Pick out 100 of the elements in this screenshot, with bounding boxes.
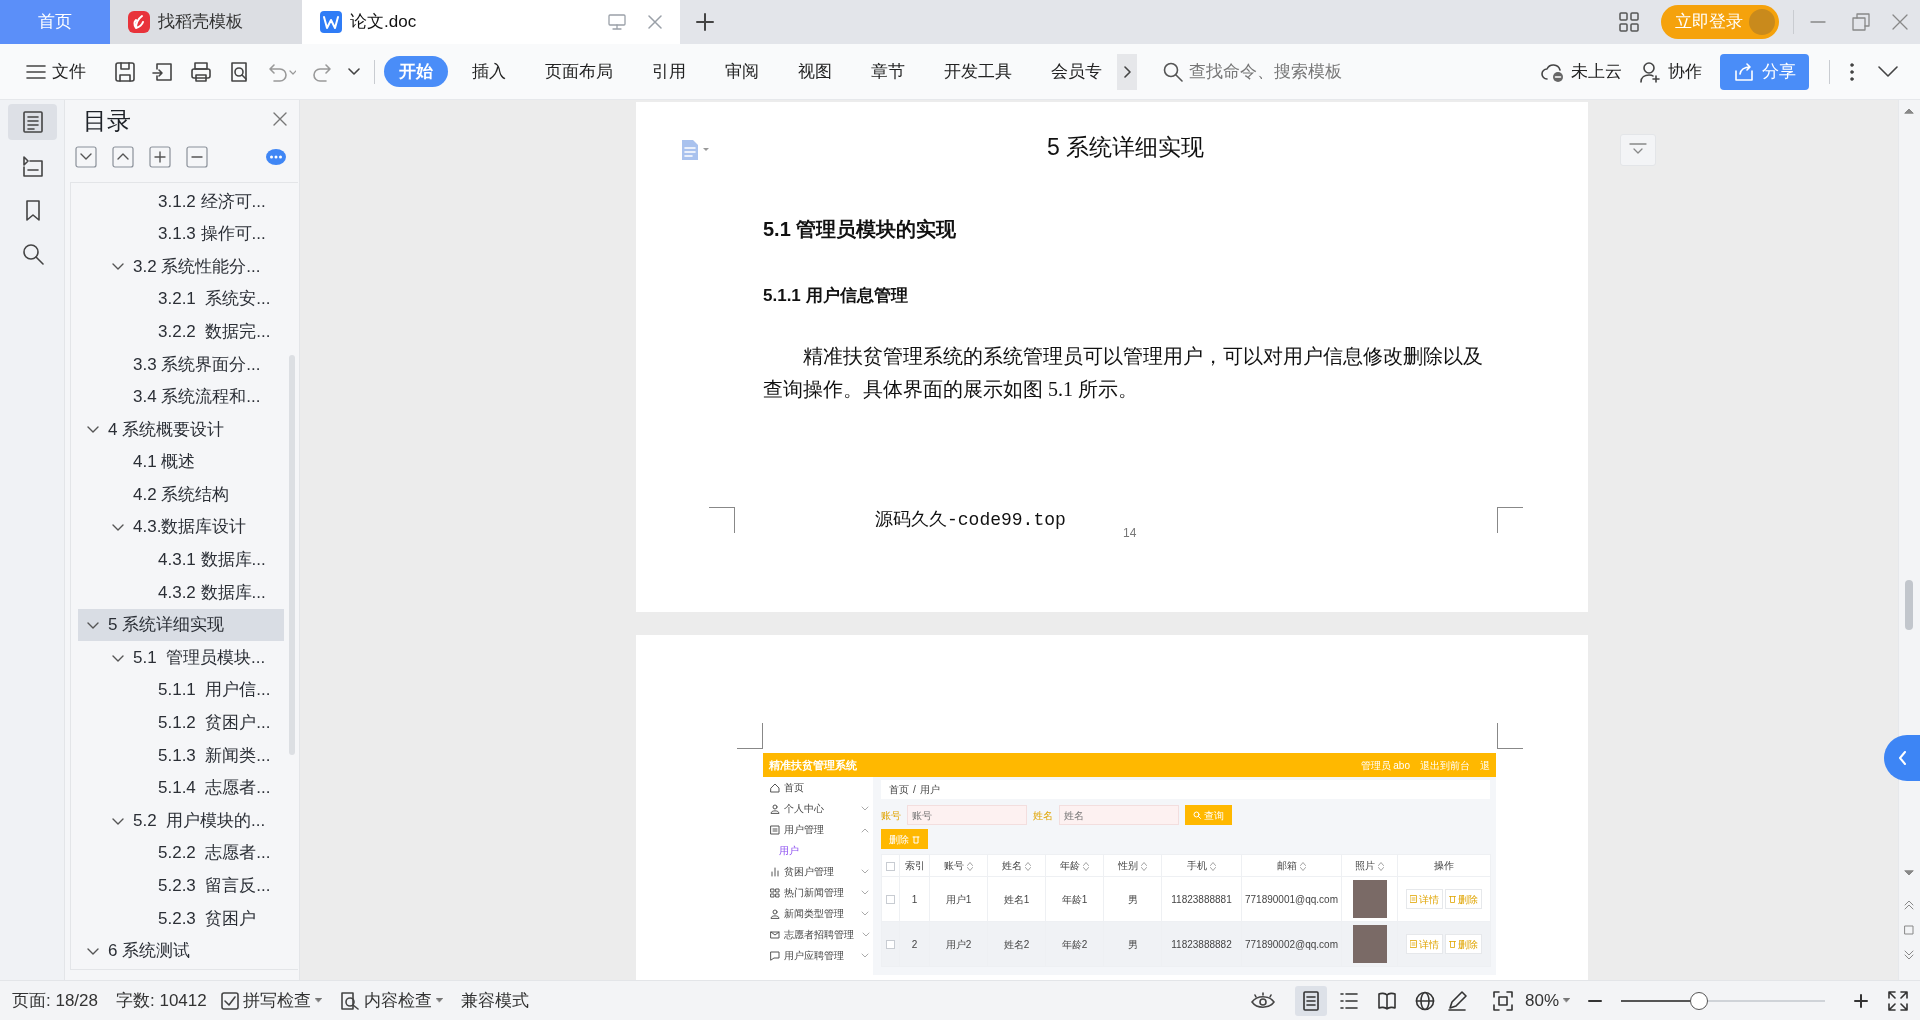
- outline-item[interactable]: 5.1 管理员模块...: [78, 641, 284, 674]
- panel-title: 目录: [83, 106, 131, 136]
- outline-item[interactable]: 5.1.3 新闻类...: [78, 739, 284, 772]
- cloud-status-button[interactable]: 未上云: [1537, 54, 1626, 89]
- more-options-icon[interactable]: [1850, 62, 1854, 81]
- search-field[interactable]: 查找命令、搜索模板: [1187, 57, 1387, 86]
- caret-up-icon[interactable]: [1904, 108, 1914, 114]
- outline-item[interactable]: 5.1.2 贫困户...: [78, 706, 284, 740]
- chart-icon: [770, 866, 780, 877]
- document-icon: [1410, 895, 1417, 903]
- ribbon-tab[interactable]: 审阅: [710, 55, 774, 88]
- ribbon-tab[interactable]: 引用: [637, 55, 701, 88]
- ribbon-tab[interactable]: 章节: [856, 55, 920, 88]
- outline-item[interactable]: 3.1.3 操作可...: [78, 217, 284, 251]
- column-header[interactable]: 姓名: [987, 854, 1046, 877]
- table-cell: 1: [899, 876, 930, 922]
- column-header[interactable]: 年龄: [1045, 854, 1104, 877]
- sidebar-item[interactable]: 用户: [763, 840, 873, 861]
- close-icon[interactable]: [648, 15, 662, 29]
- spell-check-button[interactable]: 拼写检查: [216, 985, 326, 1016]
- outline-item[interactable]: 5.2 用户模块的...: [78, 804, 284, 837]
- scrollbar-thumb[interactable]: [289, 355, 295, 755]
- outline-item[interactable]: 5.2.3 贫困户: [78, 902, 284, 935]
- outline-item[interactable]: 5 系统详细实现: [78, 608, 284, 642]
- input-field[interactable]: 账号: [907, 805, 1027, 825]
- chevron-down-icon[interactable]: [1878, 65, 1898, 78]
- outline-item[interactable]: 3.4 系统流程和...: [78, 380, 284, 414]
- grid-icon[interactable]: [1619, 12, 1639, 32]
- sidebar-item[interactable]: 热门新闻管理: [763, 882, 873, 903]
- plus-icon[interactable]: [696, 13, 714, 31]
- restore-icon[interactable]: [1852, 13, 1870, 31]
- app-title: 精准扶贫管理系统: [769, 757, 857, 773]
- caret-down-icon[interactable]: [348, 66, 360, 77]
- outline-item[interactable]: 4 系统概要设计: [78, 413, 284, 446]
- compat-mode-label[interactable]: 兼容模式: [460, 987, 529, 1014]
- breadcrumb-item[interactable]: 首页: [889, 782, 909, 797]
- sidebar-item[interactable]: 首页: [763, 777, 873, 798]
- content-check-button[interactable]: 内容检查: [335, 985, 447, 1016]
- outline-item[interactable]: 4.3.2 数据库...: [78, 576, 284, 609]
- column-header[interactable]: 照片: [1341, 854, 1398, 877]
- document-icon: [1410, 940, 1417, 948]
- ribbon-tab[interactable]: 页面布局: [530, 55, 628, 88]
- grid-icon: [770, 887, 780, 898]
- ribbon-tab[interactable]: 插入: [457, 55, 521, 88]
- ribbon-tab[interactable]: 会员专: [1036, 55, 1117, 88]
- close-icon[interactable]: [273, 112, 287, 126]
- outline-item[interactable]: 5.2.2 志愿者...: [78, 836, 284, 870]
- fit-page-icon[interactable]: [1492, 990, 1513, 1011]
- column-header[interactable]: 邮箱: [1241, 854, 1342, 877]
- outline-item[interactable]: 4.3.1 数据库...: [78, 543, 284, 577]
- sidebar-item[interactable]: 个人中心: [763, 798, 873, 819]
- close-icon[interactable]: [1892, 14, 1908, 30]
- collaborate-button[interactable]: 协作: [1636, 54, 1706, 89]
- slider-thumb[interactable]: [1689, 991, 1708, 1010]
- outline-item[interactable]: 6 系统测试: [78, 934, 284, 968]
- outline-item[interactable]: 4.1 概述: [78, 445, 284, 479]
- pen-icon[interactable]: [1446, 990, 1467, 1011]
- outline-item[interactable]: 3.3 系统界面分...: [78, 347, 284, 381]
- sidebar-item[interactable]: 新闻类型管理: [763, 903, 873, 924]
- photo-placeholder: [1352, 925, 1387, 963]
- fullscreen-icon[interactable]: [1888, 990, 1908, 1011]
- sidebar-item[interactable]: 用户应聘管理: [763, 945, 873, 966]
- sidebar-tab[interactable]: [8, 104, 57, 140]
- section-heading: 5.1 管理员模块的实现: [763, 217, 958, 242]
- sidebar-item[interactable]: 用户管理: [763, 819, 873, 840]
- view-mode-button[interactable]: [1294, 985, 1327, 1016]
- outline-item[interactable]: 5.1.1 用户信...: [78, 673, 284, 707]
- zoom-level-button[interactable]: 80%: [1520, 985, 1574, 1016]
- chevron-up-icon[interactable]: [112, 146, 134, 168]
- outline-item[interactable]: 3.2 系统性能分...: [78, 250, 284, 283]
- checkbox[interactable]: [886, 861, 895, 871]
- window-tab[interactable]: 论文.doc: [302, 0, 680, 44]
- double-chevron-up-icon[interactable]: [1904, 900, 1914, 910]
- outline-item[interactable]: 5.1.4 志愿者...: [78, 771, 284, 805]
- sidebar-item[interactable]: 贫困户管理: [763, 861, 873, 882]
- file-menu-button[interactable]: 文件: [22, 54, 90, 89]
- table-cell: 11823888882: [1161, 921, 1242, 967]
- sidebar-item[interactable]: 志愿者招聘管理: [763, 924, 873, 945]
- column-header[interactable]: 手机: [1161, 854, 1242, 877]
- plus-icon[interactable]: [1854, 993, 1868, 1008]
- outline-item[interactable]: 4.2 系统结构: [78, 478, 284, 511]
- column-header[interactable]: 账号: [929, 854, 988, 877]
- window-tab[interactable]: 找稻壳模板: [110, 0, 302, 44]
- column-header[interactable]: 性别: [1103, 854, 1162, 877]
- scroll-right-button[interactable]: [1117, 53, 1137, 90]
- chat-bubble-icon[interactable]: [265, 148, 287, 166]
- input-field[interactable]: 姓名: [1059, 805, 1179, 825]
- outline-item[interactable]: 3.2.1 系统安...: [78, 282, 284, 316]
- square-icon[interactable]: [1904, 925, 1914, 935]
- outline-item[interactable]: 4.3.数据库设计: [78, 510, 284, 544]
- outline-item[interactable]: 5.2.3 留言反...: [78, 869, 284, 903]
- checkbox[interactable]: [886, 940, 895, 950]
- double-chevron-down-icon[interactable]: [1904, 950, 1914, 960]
- ribbon-tab[interactable]: 开发工具: [929, 55, 1027, 88]
- scrollbar-thumb[interactable]: [1905, 580, 1913, 630]
- checkbox[interactable]: [886, 895, 895, 905]
- outline-item[interactable]: 3.2.2 数据完...: [78, 315, 284, 348]
- eye-icon[interactable]: [1250, 991, 1275, 1010]
- ribbon-tab[interactable]: 视图: [783, 55, 847, 88]
- outline-item[interactable]: 3.1.2 经济可...: [78, 185, 284, 218]
